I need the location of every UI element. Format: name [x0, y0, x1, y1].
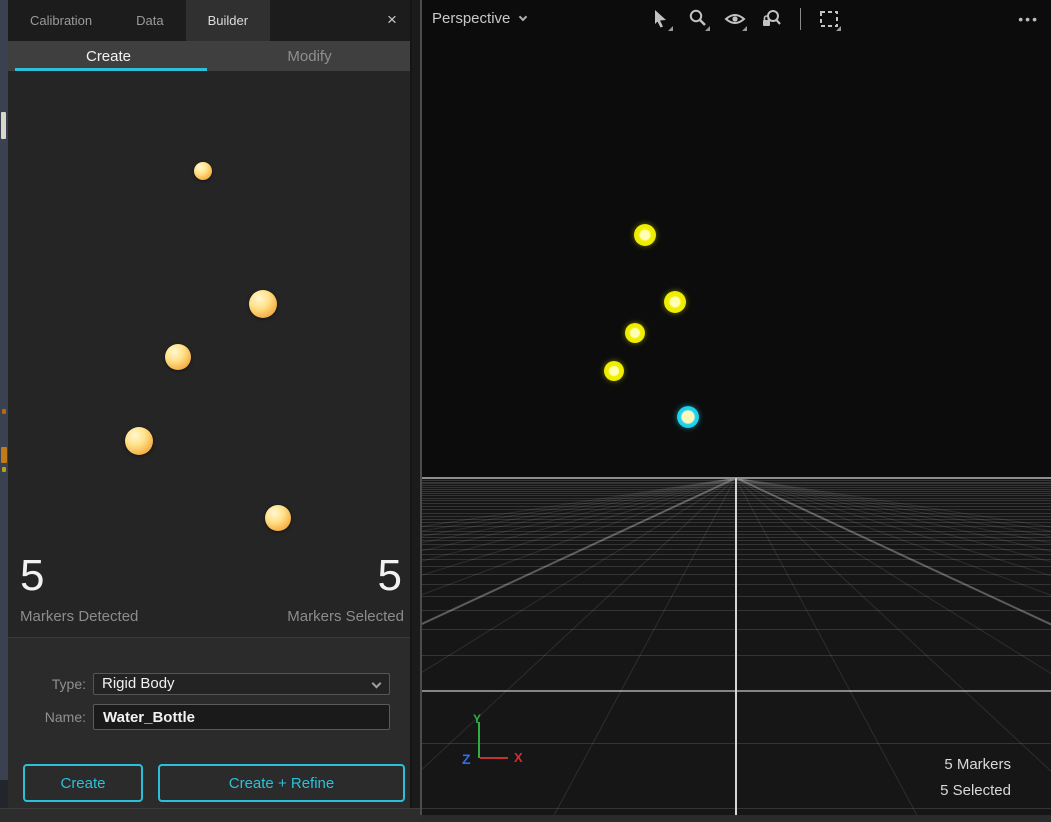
selection-count-overlay: 5 Markers 5 Selected [940, 752, 1011, 804]
toolbar-separator [800, 8, 801, 30]
perspective-viewport[interactable]: Perspective [420, 0, 1051, 815]
grid-center-axis-line [735, 478, 737, 815]
marker-preview-canvas: 5 5 Markers Detected Markers Selected [8, 71, 410, 637]
tab-data[interactable]: Data [114, 0, 185, 41]
builder-panel: Calibration Data Builder × Create Modify… [8, 0, 412, 808]
scene-marker[interactable] [664, 291, 686, 313]
markers-selected-count: 5 [378, 551, 402, 601]
edge-marker-block [1, 447, 7, 463]
markers-detected-label: Markers Detected [20, 608, 138, 625]
viewport-toolbar: Perspective [422, 0, 1051, 40]
y-axis-label: Y [473, 712, 481, 726]
view-mode-selector[interactable]: Perspective [432, 10, 526, 27]
z-axis-label: Z [462, 751, 471, 767]
preview-marker [194, 162, 212, 180]
marquee-select-tool-icon[interactable] [818, 8, 840, 30]
create-refine-button[interactable]: Create + Refine [158, 764, 405, 802]
selected-count-text: 5 Selected [940, 778, 1011, 804]
edge-marker-dot [2, 409, 6, 414]
chevron-down-icon [519, 13, 527, 21]
tab-builder[interactable]: Builder [186, 0, 270, 41]
scene-marker-selected[interactable] [677, 406, 699, 428]
x-axis-label: X [514, 750, 523, 765]
subtab-modify[interactable]: Modify [209, 41, 410, 71]
edge-marker-dot [2, 467, 6, 472]
more-options-icon[interactable]: ••• [1018, 11, 1039, 27]
dropdown-corner-icon [668, 26, 673, 31]
type-label: Type: [36, 676, 86, 692]
window-bottom-strip [420, 815, 1051, 822]
x-axis-line [480, 757, 508, 759]
preview-marker [265, 505, 291, 531]
rigid-body-form: Type: Rigid Body Name: Create Create + R… [8, 637, 410, 808]
y-axis-line [478, 722, 480, 758]
view-mode-label: Perspective [432, 10, 510, 27]
builder-subtabs: Create Modify [8, 41, 410, 71]
scene-marker[interactable] [634, 224, 656, 246]
chevron-down-icon [372, 679, 382, 689]
dropdown-corner-icon [742, 26, 747, 31]
name-input[interactable] [93, 704, 390, 730]
dropdown-corner-icon [705, 26, 710, 31]
create-button[interactable]: Create [23, 764, 143, 802]
preview-marker [249, 290, 277, 318]
scene-marker[interactable] [604, 361, 624, 381]
markers-selected-label: Markers Selected [287, 608, 404, 625]
markers-detected-count: 5 [20, 551, 44, 601]
preview-marker [165, 344, 191, 370]
scene-marker[interactable] [625, 323, 645, 343]
tool-row [650, 8, 840, 30]
marker-count-text: 5 Markers [940, 752, 1011, 778]
name-label: Name: [36, 709, 86, 725]
docked-panel-handle [1, 112, 6, 139]
subtab-create[interactable]: Create [8, 41, 209, 71]
panel-tab-bar: Calibration Data Builder [8, 0, 410, 41]
close-icon[interactable]: × [380, 8, 404, 32]
window-bottom-strip [0, 808, 420, 822]
zoom-tool-icon[interactable] [687, 8, 709, 30]
type-dropdown-value: Rigid Body [102, 675, 175, 692]
tab-calibration[interactable]: Calibration [8, 0, 114, 41]
type-dropdown[interactable]: Rigid Body [93, 673, 390, 695]
preview-marker [125, 427, 153, 455]
visibility-tool-icon[interactable] [724, 8, 746, 30]
dropdown-corner-icon [836, 26, 841, 31]
follow-lock-tool-icon[interactable] [761, 8, 783, 30]
select-tool-icon[interactable] [650, 8, 672, 30]
window-edge-strip [0, 0, 8, 822]
